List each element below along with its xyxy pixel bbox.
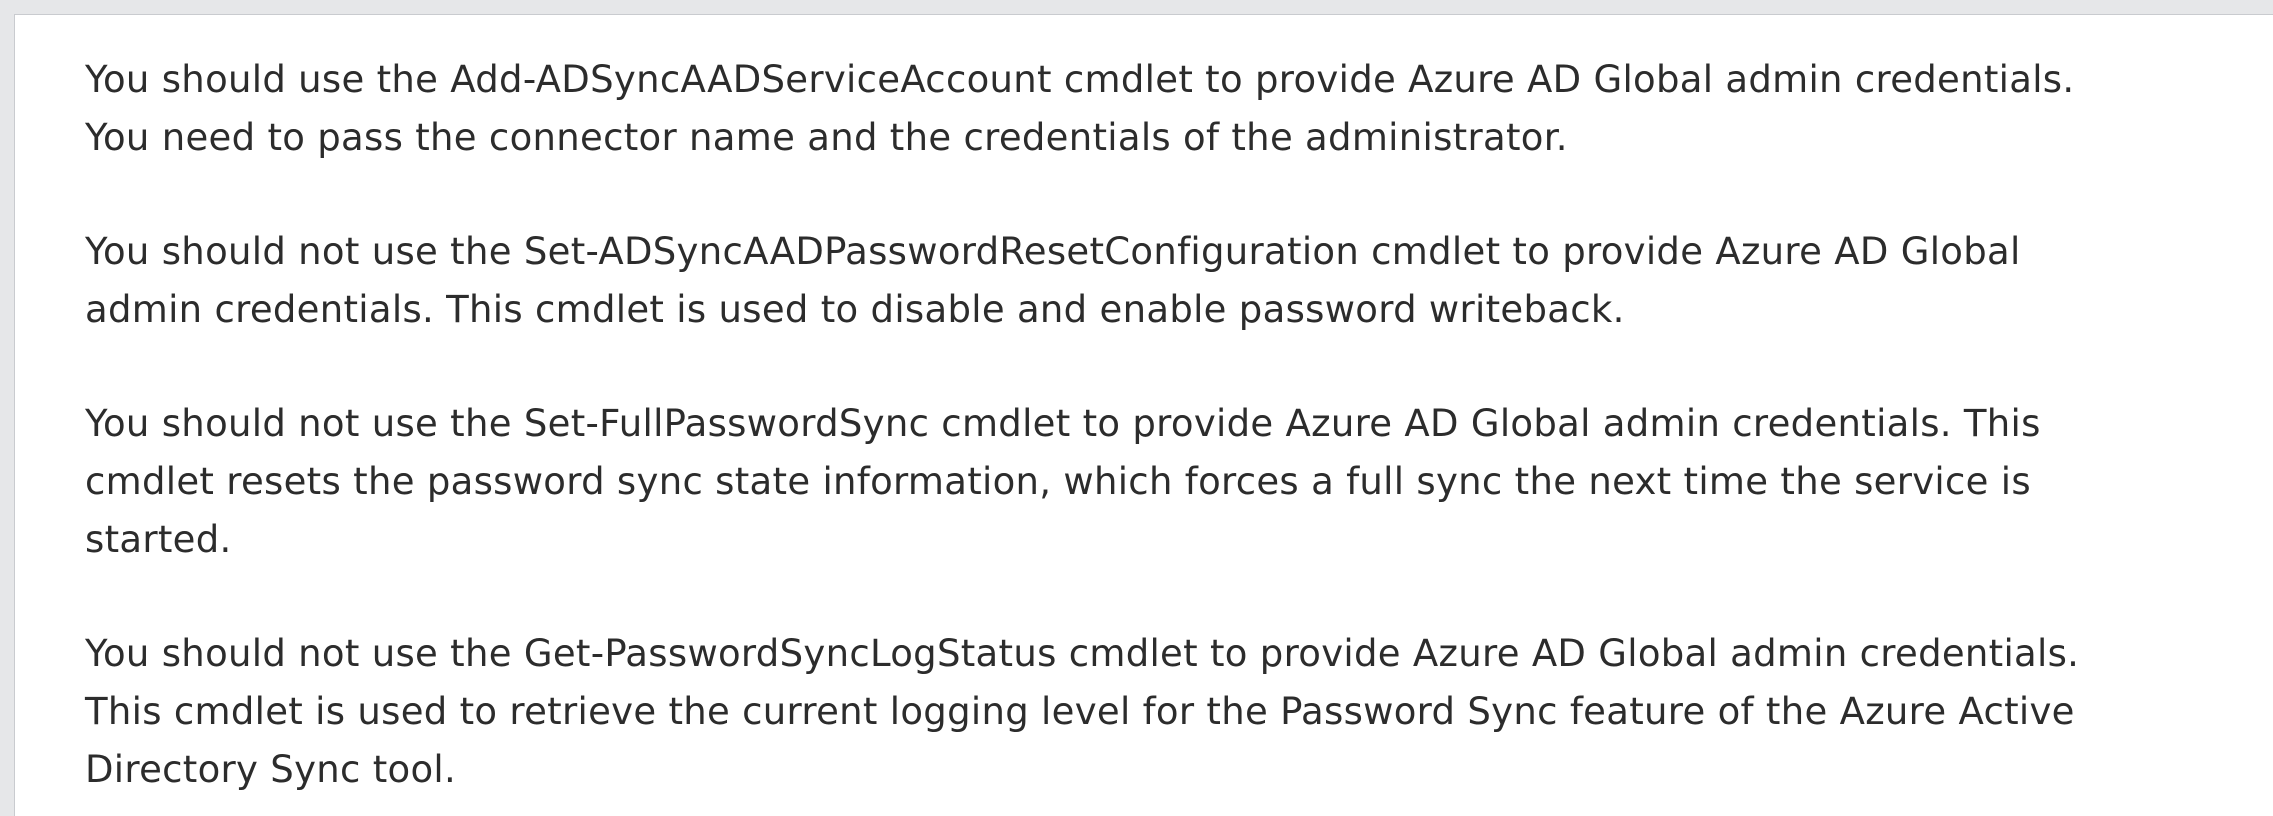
explanation-panel: You should use the Add-ADSyncAADServiceA… bbox=[14, 14, 2273, 816]
paragraph-line: This cmdlet is used to retrieve the curr… bbox=[85, 690, 2075, 733]
paragraph-line: You should use the Add-ADSyncAADServiceA… bbox=[85, 58, 2075, 101]
explanation-text: You should use the Add-ADSyncAADServiceA… bbox=[85, 51, 2265, 799]
paragraph-line: You should not use the Set-FullPasswordS… bbox=[85, 402, 2041, 445]
explanation-paragraph-set-full-sync: You should not use the Set-FullPasswordS… bbox=[85, 395, 2265, 569]
explanation-paragraph-set-reset-config: You should not use the Set-ADSyncAADPass… bbox=[85, 223, 2265, 339]
paragraph-line: cmdlet resets the password sync state in… bbox=[85, 460, 2031, 503]
paragraph-line: You need to pass the connector name and … bbox=[85, 116, 1568, 159]
paragraph-line: You should not use the Get-PasswordSyncL… bbox=[85, 632, 2080, 675]
paragraph-line: admin credentials. This cmdlet is used t… bbox=[85, 288, 1625, 331]
paragraph-line: Directory Sync tool. bbox=[85, 748, 457, 791]
paragraph-line: You should not use the Set-ADSyncAADPass… bbox=[85, 230, 2021, 273]
paragraph-line: started. bbox=[85, 518, 232, 561]
explanation-paragraph-add-adsync: You should use the Add-ADSyncAADServiceA… bbox=[85, 51, 2265, 167]
explanation-paragraph-get-log-status: You should not use the Get-PasswordSyncL… bbox=[85, 625, 2265, 799]
